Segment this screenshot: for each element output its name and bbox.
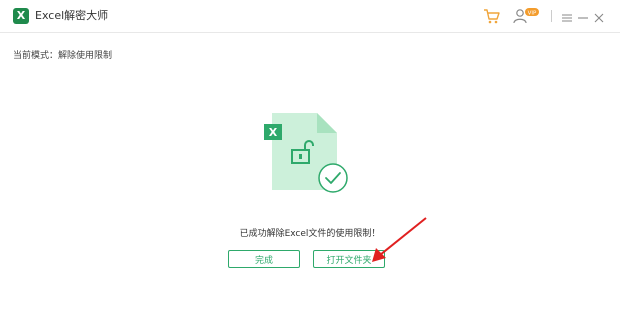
- title-bar: X Excel解密大师 VIP: [0, 0, 620, 33]
- cart-icon[interactable]: [483, 7, 501, 25]
- check-circle-icon: [318, 163, 348, 193]
- done-button[interactable]: 完成: [228, 250, 300, 268]
- excel-logo-icon: X: [13, 8, 29, 24]
- current-mode: 当前模式：解除使用限制: [13, 48, 112, 61]
- unlocked-file-illustration: X: [264, 113, 348, 193]
- close-icon[interactable]: [593, 9, 605, 27]
- vip-badge: VIP: [528, 11, 537, 17]
- success-message: 已成功解除Excel文件的使用限制！: [239, 229, 381, 239]
- user-icon[interactable]: VIP: [512, 7, 540, 25]
- app-title: Excel解密大师: [35, 9, 109, 22]
- mode-value: 解除使用限制: [58, 51, 113, 61]
- menu-icon[interactable]: [560, 9, 574, 27]
- annotation-arrow: [372, 217, 427, 262]
- toolbar-separator: [551, 10, 552, 22]
- file-badge-letter: X: [269, 126, 278, 139]
- minimize-icon[interactable]: [577, 9, 589, 27]
- mode-label: 当前模式：: [13, 51, 59, 61]
